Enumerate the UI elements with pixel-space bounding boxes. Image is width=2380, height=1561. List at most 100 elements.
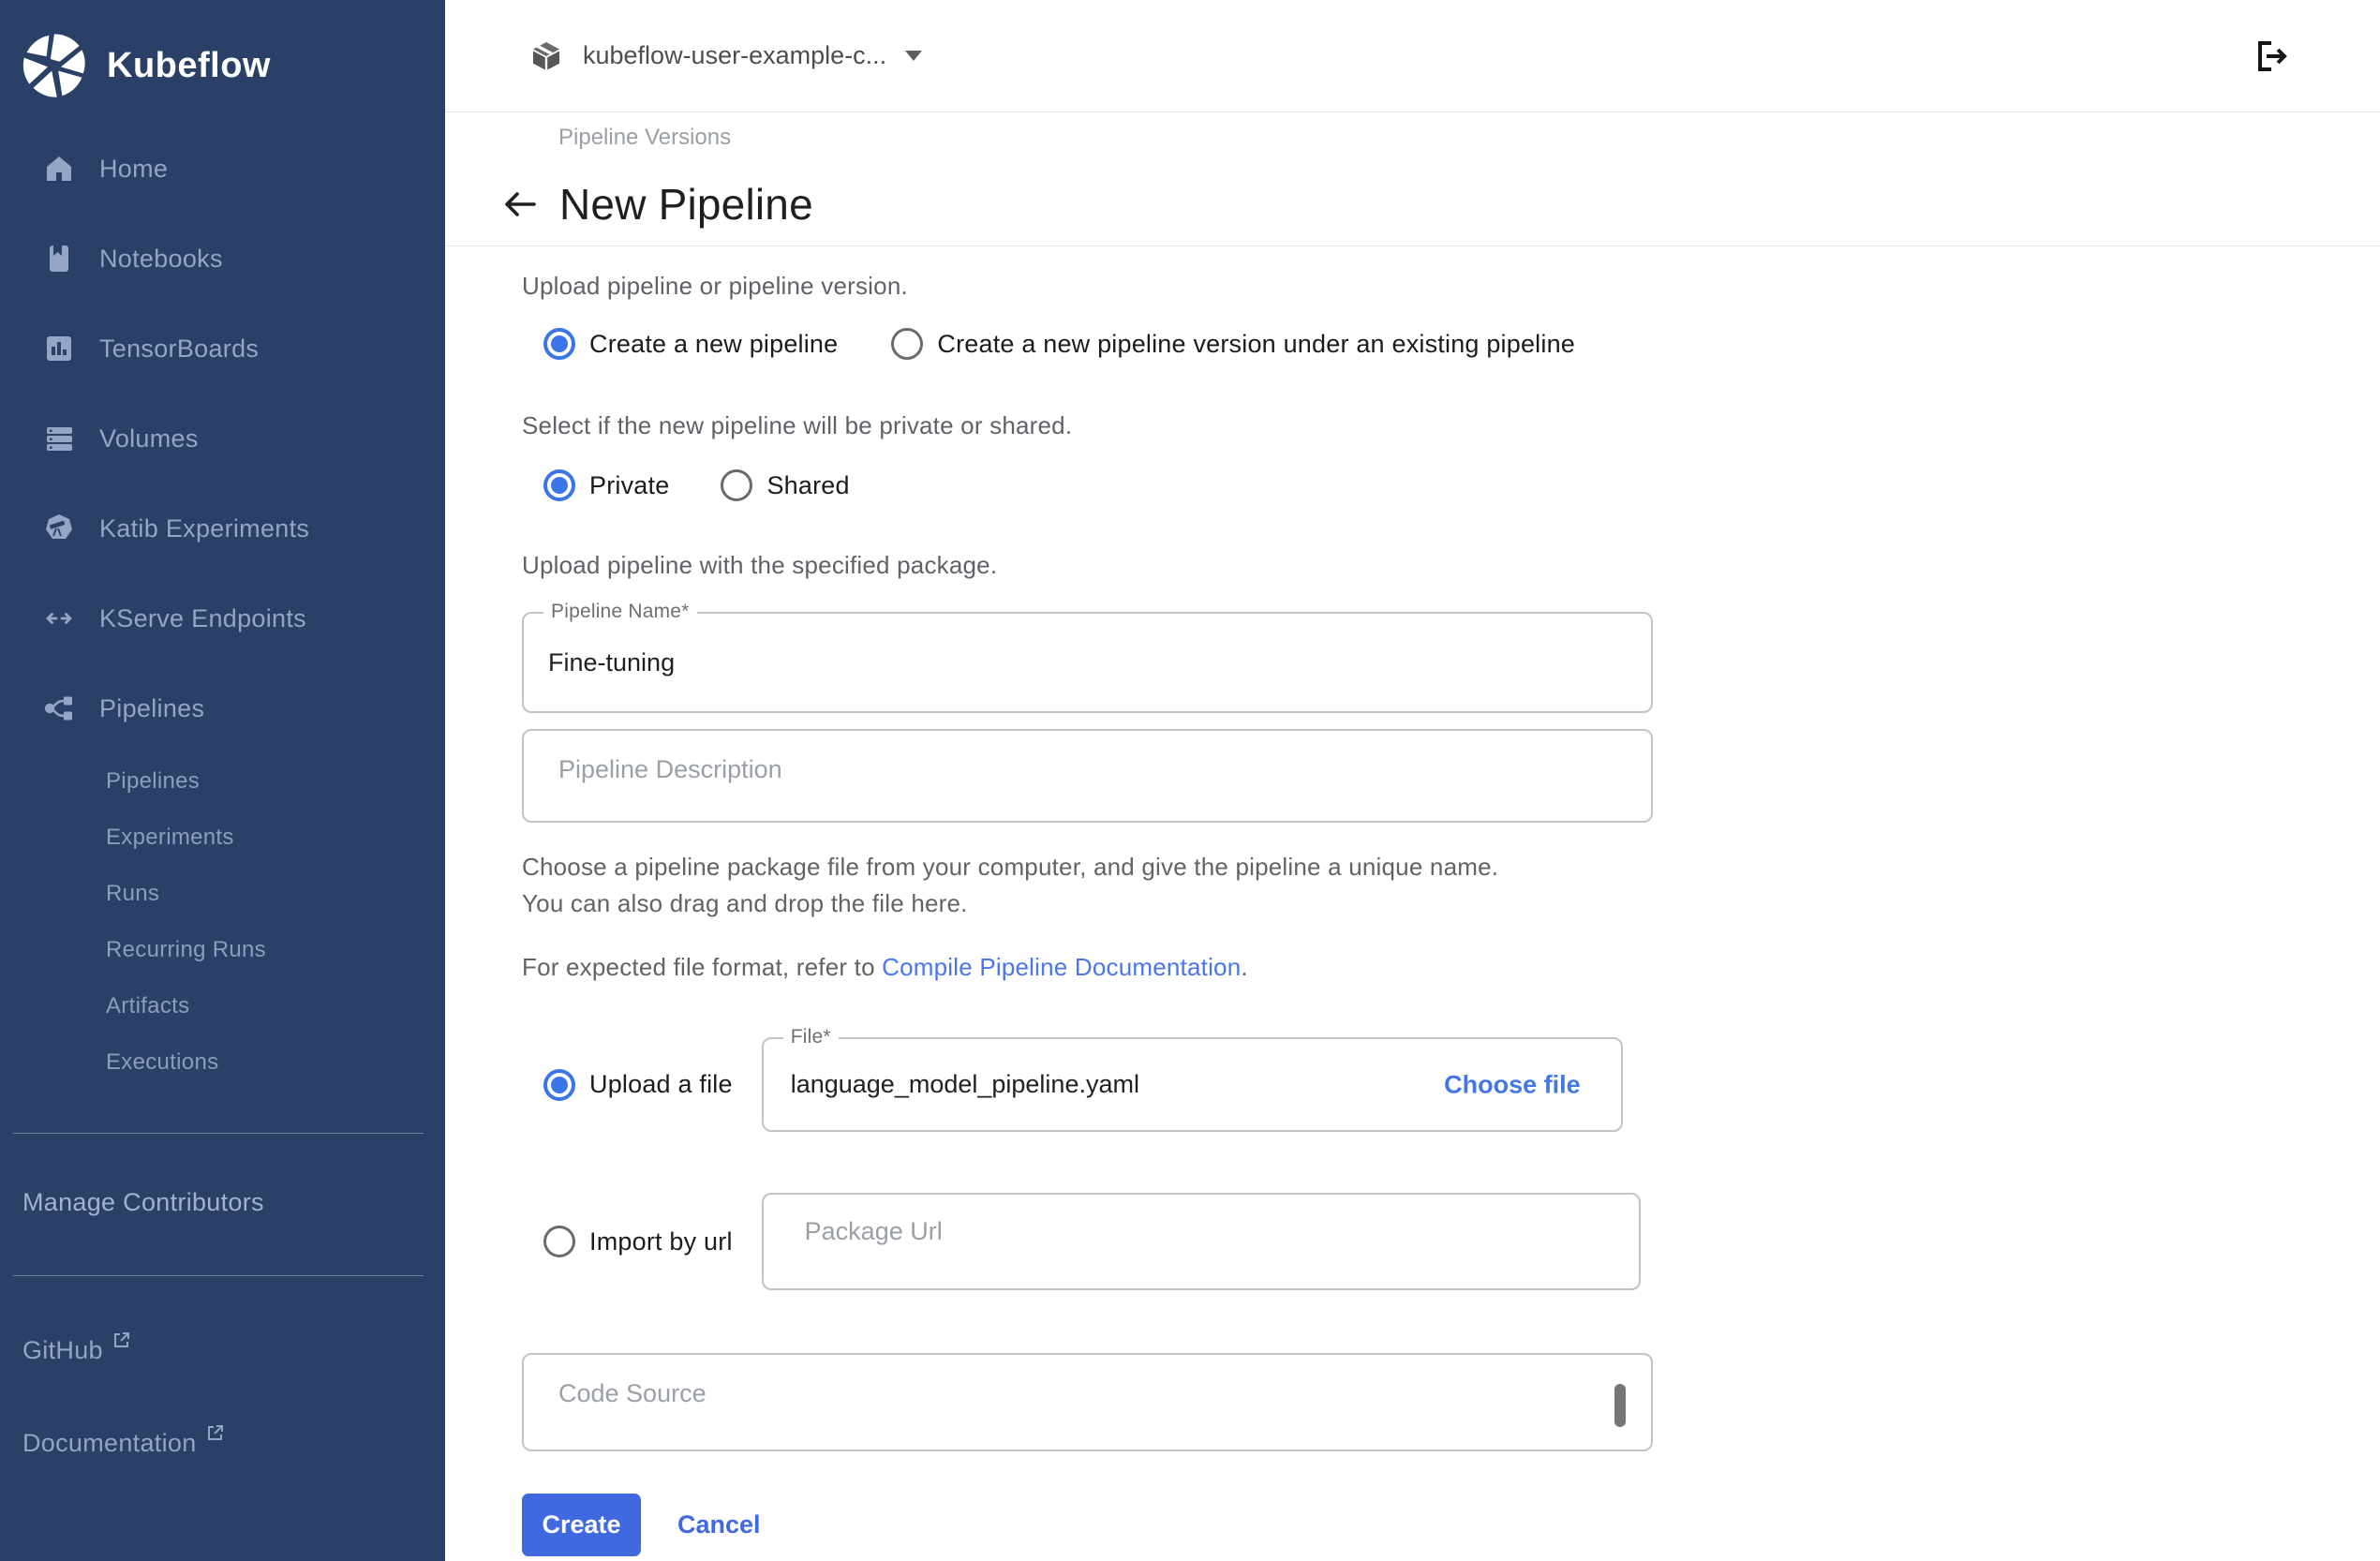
documentation-link-label: Documentation	[22, 1429, 197, 1458]
sidebar-subitem-label: Runs	[106, 881, 159, 907]
chevron-down-icon	[905, 51, 922, 61]
radio-create-pipeline-version[interactable]: Create a new pipeline version under an e…	[891, 328, 1575, 360]
radio-label: Import by url	[589, 1227, 733, 1256]
radio-label: Create a new pipeline version under an e…	[937, 330, 1575, 359]
radio-label: Create a new pipeline	[589, 330, 838, 359]
sidebar-item-label: Notebooks	[99, 245, 223, 274]
visibility-section-label: Select if the new pipeline will be priva…	[522, 411, 2380, 440]
format-help-text: For expected file format, refer to Compi…	[522, 953, 2380, 982]
pipelines-icon	[43, 692, 75, 724]
sidebar-item-tensorboards[interactable]: TensorBoards	[0, 304, 445, 394]
notebook-icon	[43, 243, 75, 275]
radio-create-new-pipeline[interactable]: Create a new pipeline	[543, 328, 838, 360]
page-header: Pipeline Versions New Pipeline	[445, 112, 2380, 246]
radio-label: Shared	[766, 471, 849, 500]
pipeline-description-field	[522, 729, 1653, 823]
radio-label: Upload a file	[589, 1070, 733, 1099]
manage-contributors-link[interactable]: Manage Contributors	[22, 1188, 445, 1217]
package-url-input[interactable]	[764, 1195, 1639, 1288]
cancel-button[interactable]: Cancel	[677, 1510, 761, 1539]
pipeline-name-field: Pipeline Name*	[522, 612, 1653, 713]
sidebar-item-home[interactable]: Home	[0, 124, 445, 214]
file-field: File* Choose file	[762, 1037, 1623, 1132]
sidebar-item-label: KServe Endpoints	[99, 604, 306, 633]
github-link-label: GitHub	[22, 1336, 103, 1365]
radio-selected-icon[interactable]	[543, 1069, 575, 1101]
format-help-prefix: For expected file format, refer to	[522, 953, 882, 981]
endpoints-icon	[43, 602, 75, 634]
visibility-radio-group: Private Shared	[522, 469, 2380, 501]
scrollbar-thumb[interactable]	[1614, 1384, 1626, 1427]
sidebar-item-volumes[interactable]: Volumes	[0, 394, 445, 483]
brand-link[interactable]: Kubeflow	[0, 0, 445, 109]
pipeline-name-label: Pipeline Name*	[543, 601, 697, 623]
sidebar-subitem-label: Executions	[106, 1049, 218, 1076]
pipeline-type-radio-group: Create a new pipeline Create a new pipel…	[522, 328, 2380, 360]
sidebar-item-label: Home	[99, 155, 168, 184]
sidebar-item-pipelines[interactable]: Pipelines	[0, 663, 445, 753]
radio-import-by-url[interactable]: Import by url	[543, 1226, 733, 1257]
code-source-input[interactable]	[524, 1355, 1651, 1450]
format-help-suffix: .	[1241, 953, 1247, 981]
pipeline-description-input[interactable]	[524, 731, 1651, 821]
radio-selected-icon[interactable]	[543, 469, 575, 501]
sidebar-subitem-label: Pipelines	[106, 768, 200, 795]
sidebar-subitem-label: Experiments	[106, 825, 234, 851]
sidebar: Kubeflow Home Notebooks	[0, 0, 445, 1561]
kubeflow-logo-icon	[22, 33, 87, 98]
tensorboard-icon	[43, 333, 75, 364]
back-arrow-icon[interactable]	[500, 186, 538, 223]
choose-file-button[interactable]: Choose file	[1444, 1070, 1581, 1099]
radio-shared[interactable]: Shared	[721, 469, 849, 501]
pipeline-name-input[interactable]	[524, 614, 1651, 711]
new-pipeline-form: Upload pipeline or pipeline version. Cre…	[445, 246, 2380, 1556]
sidebar-item-kserve-endpoints[interactable]: KServe Endpoints	[0, 573, 445, 663]
topbar: kubeflow-user-example-c...	[445, 0, 2380, 112]
home-icon	[43, 153, 75, 185]
package-help-text: Choose a pipeline package file from your…	[522, 849, 2380, 922]
form-actions: Create Cancel	[522, 1494, 2380, 1556]
compile-pipeline-documentation-link[interactable]: Compile Pipeline Documentation	[882, 953, 1241, 981]
sidebar-item-notebooks[interactable]: Notebooks	[0, 214, 445, 304]
page-title: New Pipeline	[559, 179, 813, 230]
radio-selected-icon[interactable]	[543, 328, 575, 360]
radio-unselected-icon[interactable]	[721, 469, 752, 501]
upload-file-row: Upload a file File* Choose file	[522, 1037, 2380, 1132]
radio-label: Private	[589, 471, 669, 500]
sidebar-subitem-artifacts[interactable]: Artifacts	[0, 978, 445, 1034]
sidebar-subitem-recurring-runs[interactable]: Recurring Runs	[0, 922, 445, 978]
sidebar-nav: Home Notebooks TensorBoards	[0, 124, 445, 1091]
namespace-label: kubeflow-user-example-c...	[583, 41, 886, 70]
documentation-link[interactable]: Documentation	[22, 1429, 445, 1458]
radio-private[interactable]: Private	[543, 469, 669, 501]
sidebar-subitem-experiments[interactable]: Experiments	[0, 810, 445, 866]
sidebar-item-label: Volumes	[99, 424, 199, 453]
sidebar-item-label: Pipelines	[99, 694, 204, 723]
namespace-selector[interactable]: kubeflow-user-example-c...	[529, 39, 922, 73]
sidebar-subitem-pipelines[interactable]: Pipelines	[0, 753, 445, 810]
sidebar-subitem-label: Recurring Runs	[106, 937, 266, 963]
sidebar-item-katib-experiments[interactable]: Katib Experiments	[0, 483, 445, 573]
radio-unselected-icon[interactable]	[891, 328, 923, 360]
app-root: Kubeflow Home Notebooks	[0, 0, 2380, 1561]
external-link-icon	[112, 1331, 131, 1349]
sidebar-divider	[13, 1275, 424, 1276]
github-link[interactable]: GitHub	[22, 1336, 445, 1365]
import-url-row: Import by url	[522, 1193, 2380, 1290]
volumes-icon	[43, 423, 75, 454]
radio-unselected-icon[interactable]	[543, 1226, 575, 1257]
main-area: kubeflow-user-example-c... Pipeline Vers…	[445, 0, 2380, 1561]
package-help-line1: Choose a pipeline package file from your…	[522, 849, 2380, 885]
package-section-label: Upload pipeline with the specified packa…	[522, 551, 2380, 580]
sidebar-item-label: TensorBoards	[99, 334, 259, 364]
sidebar-subitem-runs[interactable]: Runs	[0, 866, 445, 922]
package-help-line2: You can also drag and drop the file here…	[522, 885, 2380, 922]
external-link-icon	[206, 1423, 225, 1442]
radio-upload-a-file[interactable]: Upload a file	[543, 1069, 733, 1101]
breadcrumb[interactable]: Pipeline Versions	[558, 125, 2380, 151]
sidebar-subitem-executions[interactable]: Executions	[0, 1034, 445, 1091]
logout-button[interactable]	[2252, 36, 2293, 77]
package-url-field	[762, 1193, 1641, 1290]
create-button[interactable]: Create	[522, 1494, 641, 1556]
katib-icon	[43, 513, 75, 544]
